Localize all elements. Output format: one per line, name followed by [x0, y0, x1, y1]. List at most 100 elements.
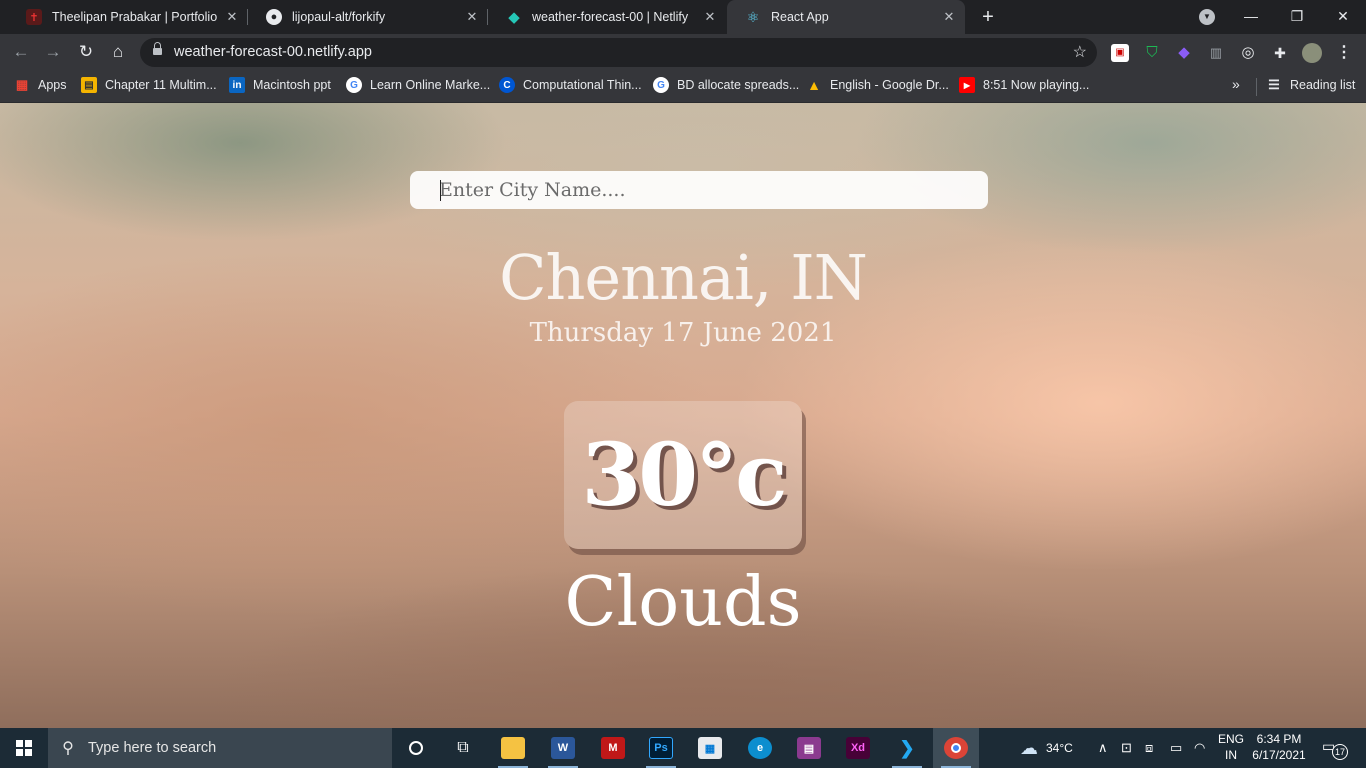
gem-extension-icon[interactable]: ◆ — [1175, 44, 1193, 62]
weather-widget[interactable]: ☁ 34°C — [1020, 728, 1073, 768]
winrar-icon[interactable]: ▤ — [786, 728, 832, 768]
bookmark-label: 8:51 Now playing... — [983, 78, 1090, 92]
tab-netlify[interactable]: ◆ weather-forecast-00 | Netlify ✕ — [488, 0, 726, 34]
start-button[interactable] — [0, 728, 48, 768]
tab-title: React App — [771, 10, 829, 24]
tab-github[interactable]: ● lijopaul-alt/forkify ✕ — [248, 0, 488, 34]
task-view-icon[interactable]: ⧉ — [440, 728, 486, 768]
temperature-value: 30°c — [581, 424, 787, 526]
more-bookmarks-icon[interactable]: » — [1232, 76, 1240, 92]
mcafee-icon[interactable]: M — [590, 728, 636, 768]
windows-logo-icon — [16, 740, 32, 756]
close-window-button[interactable]: ✕ — [1320, 0, 1366, 34]
portfolio-icon: ✝ — [26, 9, 42, 25]
restore-button[interactable]: ❐ — [1274, 0, 1320, 34]
new-tab-button[interactable]: + — [976, 5, 1000, 29]
language-code: ENG — [1217, 732, 1244, 746]
profile-avatar[interactable] — [1302, 43, 1322, 63]
photoshop-icon[interactable]: Ps — [638, 728, 684, 768]
current-date: Thursday 17 June 2021 — [529, 318, 837, 348]
word-icon[interactable]: W — [540, 728, 586, 768]
minimize-button[interactable]: — — [1228, 0, 1274, 34]
record-extension-icon[interactable]: ◎ — [1239, 44, 1257, 62]
youtube-icon: ▶ — [959, 77, 975, 93]
bookmark-macintosh-ppt[interactable]: in Macintosh ppt — [229, 71, 331, 99]
weather-app-page: Chennai, IN Thursday 17 June 2021 30°c C… — [0, 103, 1366, 728]
extensions-puzzle-icon[interactable]: ✚ — [1271, 44, 1289, 62]
clock-date: 6/17/2021 — [1252, 748, 1306, 762]
google-icon: G — [346, 77, 362, 93]
address-bar[interactable]: weather-forecast-00.netlify.app ☆ — [140, 38, 1097, 67]
mcafee-extension-icon[interactable]: ▣ — [1111, 44, 1129, 62]
bookmark-label: Apps — [38, 78, 67, 92]
shield-extension-icon[interactable]: ⛉ — [1143, 44, 1161, 62]
tab-portfolio[interactable]: ✝ Theelipan Prabakar | Portfolio ✕ — [8, 0, 248, 34]
bookmark-chapter-11[interactable]: ▤ Chapter 11 Multim... — [81, 71, 217, 99]
netlify-icon: ◆ — [508, 9, 520, 26]
close-icon[interactable]: ✕ — [700, 9, 720, 25]
battery-icon[interactable]: ▭ — [1170, 728, 1182, 768]
windows-taskbar: ⚲ Type here to search ⧉ W M Ps ▦ e ▤ Xd … — [0, 728, 1366, 768]
bookmark-apps[interactable]: ▦ Apps — [14, 71, 67, 99]
bookmark-bd-allocate[interactable]: G BD allocate spreads... — [653, 71, 799, 99]
microsoft-store-icon[interactable]: ▦ — [687, 728, 733, 768]
google-icon: G — [653, 77, 669, 93]
linkedin-icon: in — [229, 77, 245, 93]
bookmark-computational[interactable]: C Computational Thin... — [499, 71, 642, 99]
tab-title: lijopaul-alt/forkify — [292, 10, 386, 24]
bookmarks-bar: ▦ Apps ▤ Chapter 11 Multim... in Macinto… — [0, 71, 1366, 103]
close-icon[interactable]: ✕ — [939, 9, 959, 25]
tab-search-icon[interactable]: ▼ — [1199, 9, 1215, 25]
bookmark-label: Learn Online Marke... — [370, 78, 491, 92]
bookmark-label: Chapter 11 Multim... — [105, 78, 217, 92]
coursera-icon: C — [499, 77, 515, 93]
reload-icon[interactable]: ↻ — [74, 40, 98, 64]
reading-list-button[interactable]: ☰ Reading list — [1266, 71, 1355, 99]
taskbar-search-box[interactable]: ⚲ Type here to search — [48, 728, 392, 768]
weather-condition: Clouds — [564, 563, 802, 642]
clock-time: 6:34 PM — [1256, 732, 1302, 746]
bookmark-now-playing[interactable]: ▶ 8:51 Now playing... — [959, 71, 1089, 99]
show-hidden-icons-icon[interactable]: ∧ — [1098, 728, 1108, 768]
bookmarks-divider — [1256, 78, 1257, 96]
reading-list-label: Reading list — [1290, 78, 1356, 92]
close-icon[interactable]: ✕ — [222, 9, 242, 25]
close-icon[interactable]: ✕ — [462, 9, 482, 25]
edge-icon[interactable]: e — [737, 728, 783, 768]
meet-now-icon[interactable]: ⊡ — [1121, 728, 1132, 768]
chrome-icon[interactable] — [933, 728, 979, 768]
system-clock[interactable]: 6:34 PM 6/17/2021 — [1248, 731, 1310, 763]
tab-title: weather-forecast-00 | Netlify — [532, 10, 689, 24]
bookmark-star-icon[interactable]: ☆ — [1073, 42, 1087, 62]
barcode-extension-icon[interactable]: ▥ — [1207, 44, 1225, 62]
tab-strip: ✝ Theelipan Prabakar | Portfolio ✕ ● lij… — [0, 0, 1366, 34]
back-icon[interactable]: ← — [9, 40, 33, 64]
language-indicator[interactable]: ENG IN — [1214, 731, 1248, 763]
more-menu-icon[interactable]: ⋮ — [1336, 43, 1352, 63]
bookmark-learn-online[interactable]: G Learn Online Marke... — [346, 71, 490, 99]
security-icon[interactable]: ⧈ — [1145, 728, 1153, 768]
apps-grid-icon: ▦ — [15, 77, 29, 92]
tab-react-app[interactable]: ⚛ React App ✕ — [727, 0, 965, 34]
react-icon: ⚛ — [746, 8, 760, 25]
browser-toolbar: ← → ↻ ⌂ weather-forecast-00.netlify.app … — [0, 34, 1366, 71]
city-search-input[interactable] — [410, 171, 988, 209]
forward-icon[interactable]: → — [41, 40, 65, 64]
notification-center-icon[interactable]: ▭ 17 — [1322, 738, 1348, 760]
vscode-icon[interactable]: ❯ — [884, 728, 930, 768]
bookmark-english-drive[interactable]: ▲ English - Google Dr... — [806, 71, 949, 99]
file-explorer-icon[interactable] — [490, 728, 536, 768]
bookmark-label: English - Google Dr... — [830, 78, 949, 92]
address-url: weather-forecast-00.netlify.app — [174, 44, 373, 60]
bookmark-label: Macintosh ppt — [253, 78, 331, 92]
taskbar-temperature: 34°C — [1046, 741, 1073, 755]
bookmark-label: Computational Thin... — [523, 78, 642, 92]
tab-title: Theelipan Prabakar | Portfolio — [52, 10, 218, 24]
wifi-icon[interactable]: ◠ — [1194, 728, 1205, 768]
cloud-icon: ☁ — [1020, 737, 1038, 758]
adobe-xd-icon[interactable]: Xd — [835, 728, 881, 768]
lock-icon — [153, 42, 162, 57]
cortana-icon[interactable] — [393, 728, 439, 768]
home-icon[interactable]: ⌂ — [106, 40, 130, 64]
taskbar-search-placeholder: Type here to search — [88, 740, 217, 756]
